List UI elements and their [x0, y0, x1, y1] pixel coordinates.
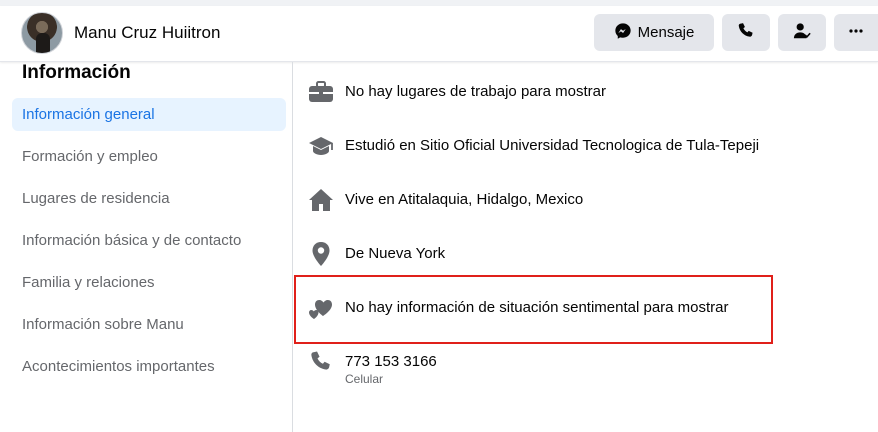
overview-from: De Nueva York [307, 240, 445, 268]
about-card: Manu Cruz Huiitron Mensaje Información I [0, 6, 878, 432]
about-section-title: Información [22, 62, 131, 83]
sidebar-item-life-events[interactable]: Acontecimientos importantes [12, 350, 286, 383]
education-text[interactable]: Estudió en Sitio Oficial Universidad Tec… [345, 132, 759, 160]
sidebar-item-places[interactable]: Lugares de residencia [12, 182, 286, 215]
more-dots-icon [848, 23, 864, 43]
overview-phone: 773 153 3166 Celular [307, 348, 437, 386]
relationship-highlight-box [294, 275, 773, 344]
overview-work: No hay lugares de trabajo para mostrar [307, 78, 606, 106]
work-text: No hay lugares de trabajo para mostrar [345, 83, 606, 100]
from-text[interactable]: De Nueva York [345, 240, 445, 268]
friend-status-button[interactable] [778, 14, 826, 51]
home-icon [307, 186, 335, 214]
profile-header-bar: Manu Cruz Huiitron Mensaje [0, 6, 878, 62]
friend-status-icon [793, 22, 811, 44]
sidebar-item-overview[interactable]: Información general [12, 98, 286, 131]
sidebar-item-contact-info[interactable]: Información básica y de contacto [12, 224, 286, 257]
briefcase-icon [307, 78, 335, 106]
more-options-button[interactable] [834, 14, 878, 51]
message-button-label: Mensaje [637, 24, 695, 41]
sidebar-item-work-education[interactable]: Formación y empleo [12, 140, 286, 173]
message-button[interactable]: Mensaje [594, 14, 714, 51]
phone-icon [307, 348, 335, 376]
avatar[interactable] [21, 12, 63, 54]
overview-education: Estudió en Sitio Oficial Universidad Tec… [307, 132, 759, 160]
location-pin-icon [307, 240, 335, 268]
sidebar-item-details[interactable]: Información sobre Manu [12, 308, 286, 341]
messenger-icon [614, 22, 632, 44]
phone-icon [737, 22, 755, 44]
about-sidebar: Información Información general Formació… [0, 62, 293, 432]
call-button[interactable] [722, 14, 770, 51]
overview-lives: Vive en Atitalaquia, Hidalgo, Mexico [307, 186, 583, 214]
sidebar-item-family[interactable]: Familia y relaciones [12, 266, 286, 299]
graduation-cap-icon [307, 132, 335, 160]
profile-name[interactable]: Manu Cruz Huiitron [74, 23, 220, 43]
lives-text[interactable]: Vive en Atitalaquia, Hidalgo, Mexico [345, 186, 583, 214]
